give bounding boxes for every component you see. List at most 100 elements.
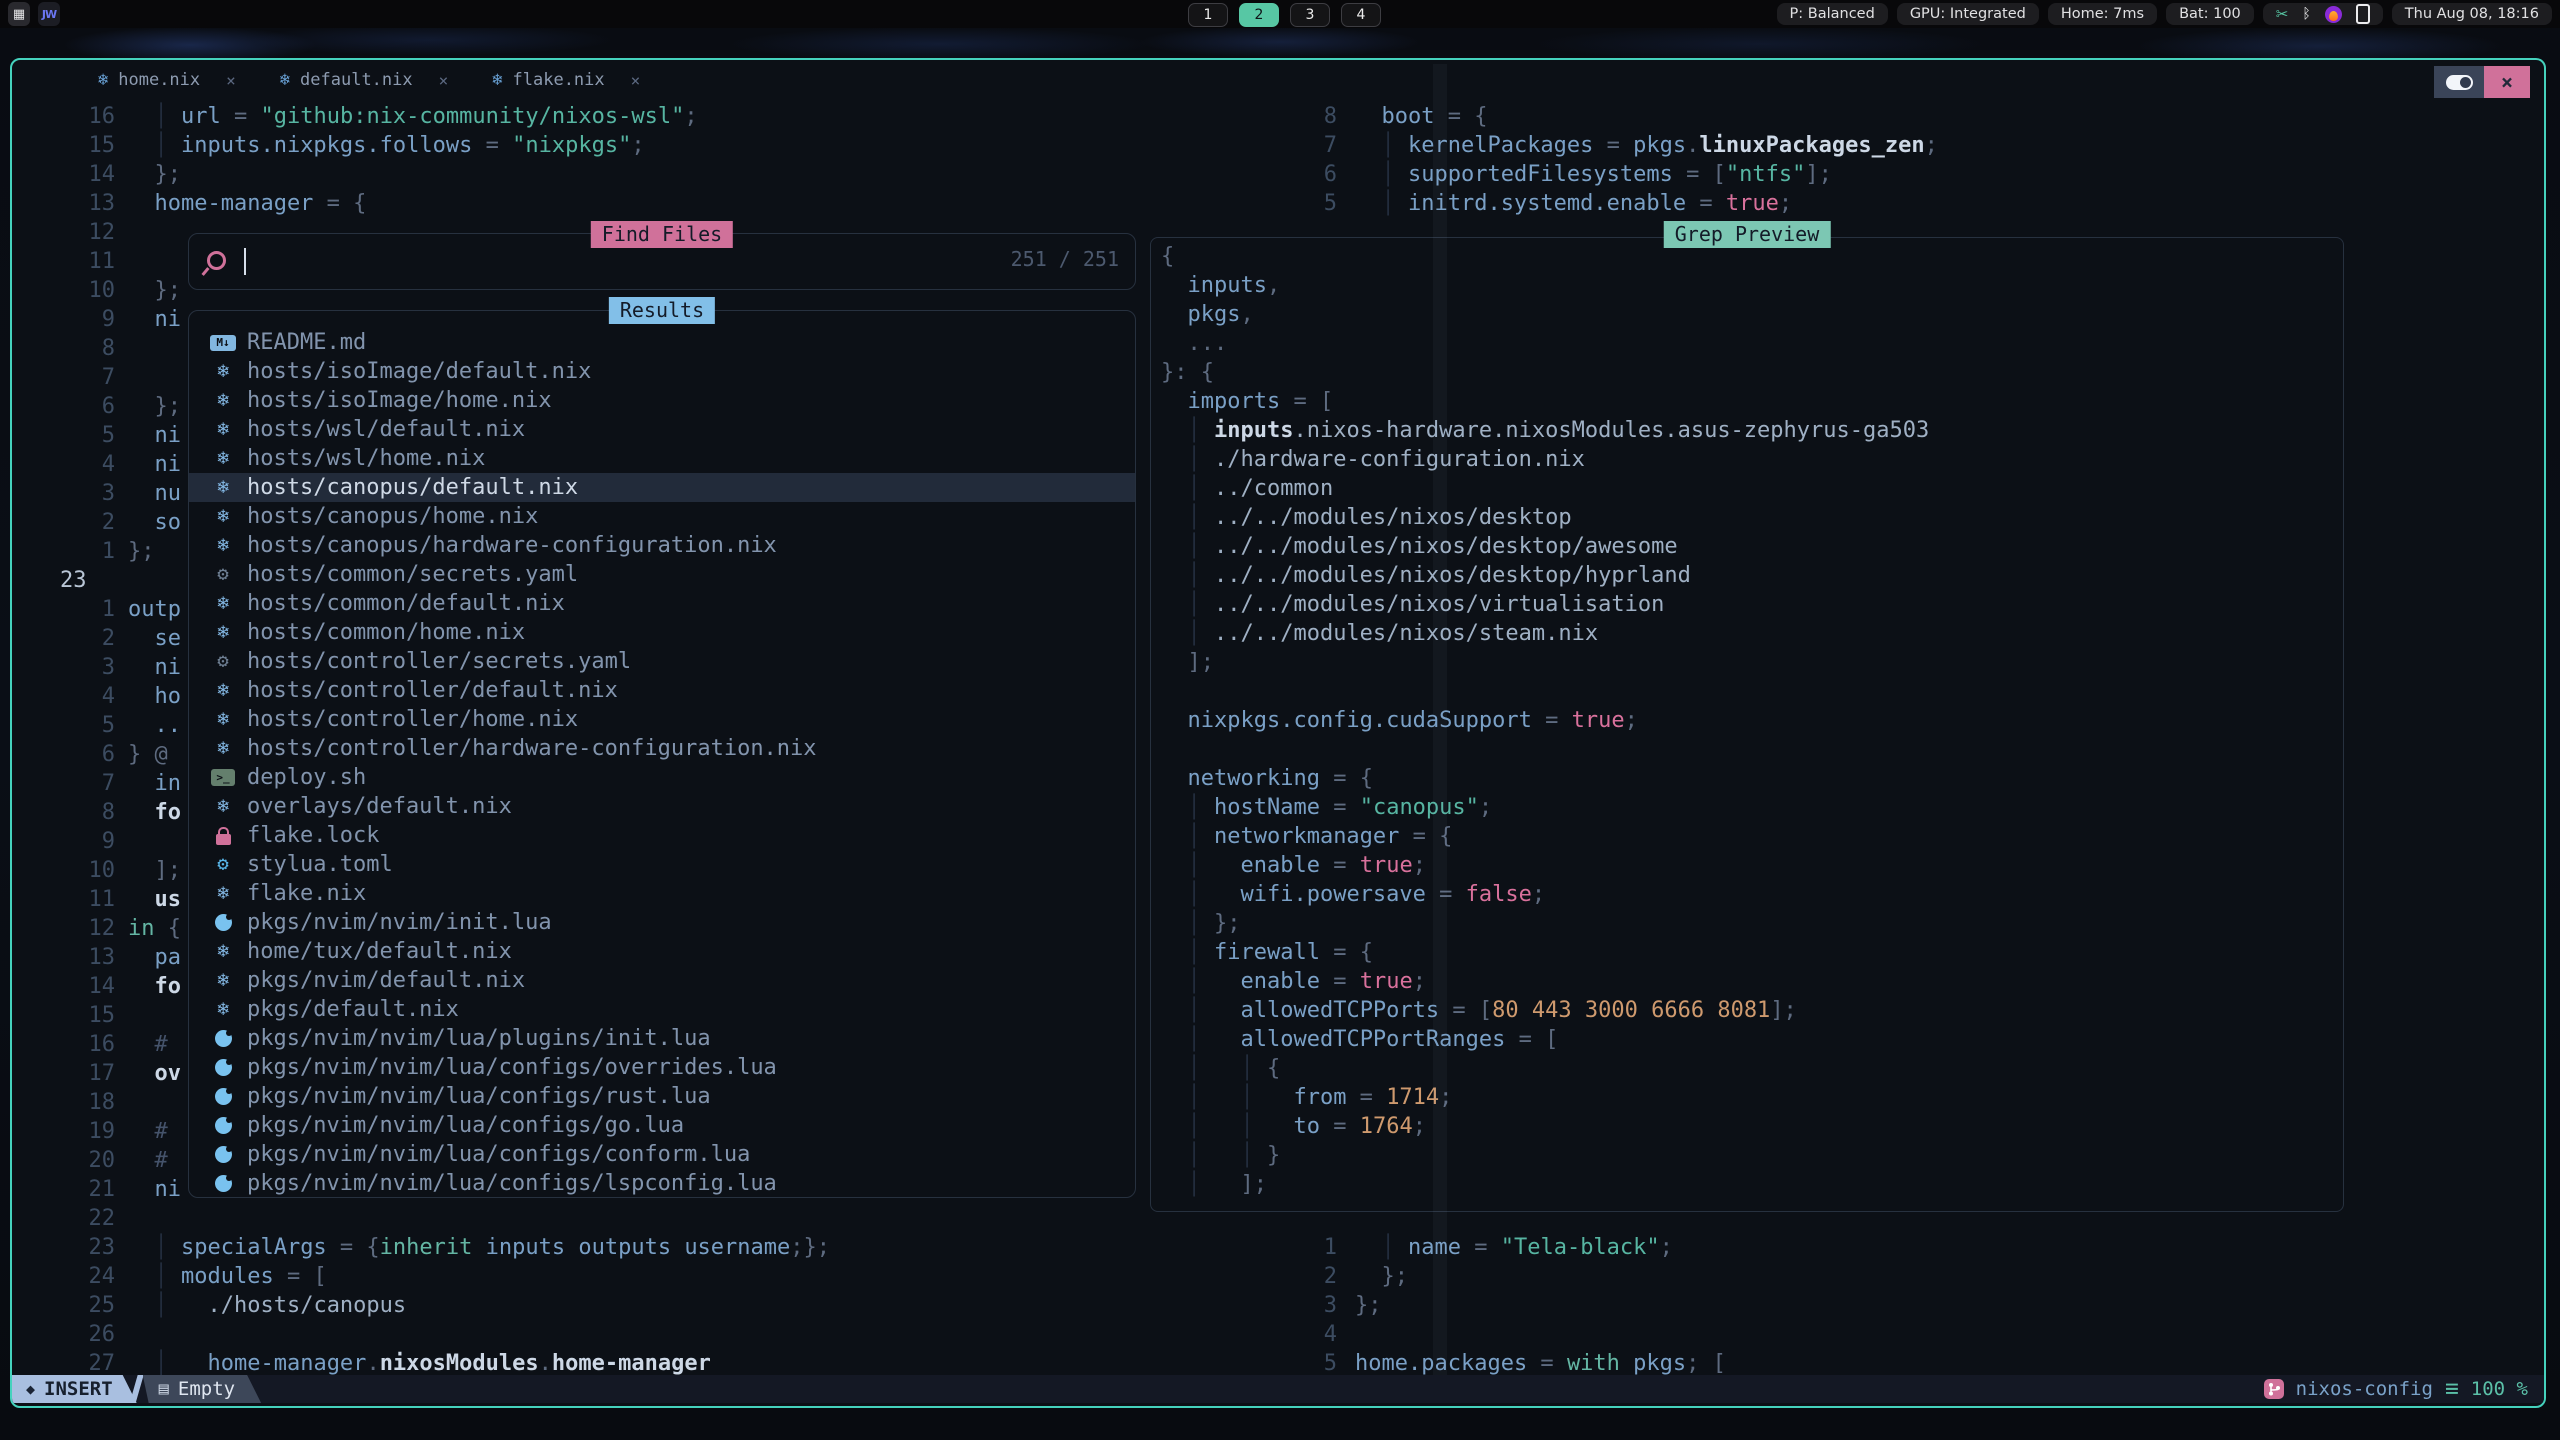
result-label: pkgs/nvim/default.nix bbox=[247, 968, 525, 993]
code-token: ; bbox=[1413, 1114, 1426, 1139]
code-token: nu bbox=[128, 481, 181, 506]
grep-line: │ wifi.powersave = false; bbox=[1161, 880, 2339, 909]
project-name: nixos-config bbox=[2296, 1378, 2433, 1400]
status-module-3: Bat: 100 bbox=[2166, 3, 2254, 25]
code-token: { bbox=[155, 916, 182, 941]
line-number: 5 bbox=[1297, 189, 1337, 218]
code-token: ]; bbox=[1770, 998, 1797, 1023]
pane-scrollbar[interactable] bbox=[1433, 64, 1447, 1376]
result-item[interactable]: ❄hosts/isoImage/home.nix bbox=[189, 386, 1135, 415]
apps-grid-icon[interactable]: ▦ bbox=[8, 2, 30, 26]
neovim-icon: ◆ bbox=[26, 1380, 35, 1398]
tab-home.nix[interactable]: ❄home.nix× bbox=[76, 60, 258, 100]
result-item[interactable]: ❄hosts/common/default.nix bbox=[189, 589, 1135, 618]
lua-icon bbox=[215, 1117, 232, 1134]
result-item[interactable]: flake.lock bbox=[189, 821, 1135, 850]
result-item[interactable]: ❄hosts/canopus/home.nix bbox=[189, 502, 1135, 531]
file-state-label: Empty bbox=[178, 1378, 235, 1400]
result-icon-wrap: ❄ bbox=[209, 478, 237, 497]
result-item[interactable]: ❄overlays/default.nix bbox=[189, 792, 1135, 821]
result-item[interactable]: pkgs/nvim/nvim/lua/configs/go.lua bbox=[189, 1111, 1135, 1140]
result-item[interactable]: ❄hosts/canopus/default.nix bbox=[189, 473, 1135, 502]
phone-icon[interactable] bbox=[2356, 4, 2370, 24]
line-number: 1 bbox=[1297, 1233, 1337, 1262]
result-item[interactable]: ❄flake.nix bbox=[189, 879, 1135, 908]
code-line: 27 │ home-manager.nixosModules.home-mana… bbox=[12, 1349, 1433, 1378]
result-icon-wrap: ❄ bbox=[209, 536, 237, 555]
workspace-button-1[interactable]: 1 bbox=[1188, 3, 1228, 27]
code-token: │ bbox=[1161, 1027, 1240, 1052]
tab-close-icon[interactable]: × bbox=[226, 71, 236, 90]
grep-line: │ hostName = "canopus"; bbox=[1161, 793, 2339, 822]
code-token: ; bbox=[1479, 795, 1492, 820]
result-item[interactable]: ❄hosts/canopus/hardware-configuration.ni… bbox=[189, 531, 1135, 560]
grep-line: │ ../../modules/nixos/steam.nix bbox=[1161, 619, 2339, 648]
grep-line: inputs, bbox=[1161, 271, 2339, 300]
code-token: │ bbox=[128, 1235, 181, 1260]
bluetooth-icon[interactable]: ᛒ bbox=[2302, 7, 2310, 21]
line-number: 10 bbox=[12, 276, 115, 305]
result-item[interactable]: ⚙hosts/common/secrets.yaml bbox=[189, 560, 1135, 589]
result-icon-wrap bbox=[209, 914, 237, 931]
logo-icon[interactable]: JW bbox=[38, 2, 60, 26]
result-item[interactable]: ❄hosts/controller/default.nix bbox=[189, 676, 1135, 705]
result-item[interactable]: ❄hosts/isoImage/default.nix bbox=[189, 357, 1135, 386]
tab-default.nix[interactable]: ❄default.nix× bbox=[258, 60, 470, 100]
code-token: ; bbox=[1625, 708, 1638, 733]
line-number: 4 bbox=[12, 450, 115, 479]
result-item[interactable]: ❄home/tux/default.nix bbox=[189, 937, 1135, 966]
code-token: to bbox=[1293, 1114, 1320, 1139]
code-token: modules bbox=[181, 1264, 274, 1289]
code-line: 13 home-manager = { bbox=[12, 189, 1433, 218]
result-item[interactable]: ❄hosts/controller/hardware-configuration… bbox=[189, 734, 1135, 763]
code-token: ]; bbox=[1161, 650, 1214, 675]
code-content: in bbox=[128, 769, 181, 798]
result-item[interactable]: M↓README.md bbox=[189, 328, 1135, 357]
result-item[interactable]: ❄hosts/wsl/home.nix bbox=[189, 444, 1135, 473]
code-line: 3}; bbox=[1297, 1291, 2537, 1320]
result-item[interactable]: ❄hosts/wsl/default.nix bbox=[189, 415, 1135, 444]
code-token: . bbox=[539, 1351, 552, 1376]
code-token: }; bbox=[128, 162, 181, 187]
workspace-button-2[interactable]: 2 bbox=[1239, 3, 1279, 27]
yaml-gear-icon: ⚙ bbox=[217, 652, 228, 671]
result-item[interactable]: pkgs/nvim/nvim/init.lua bbox=[189, 908, 1135, 937]
scissors-icon[interactable]: ✂ bbox=[2276, 7, 2289, 22]
result-item[interactable]: ❄hosts/common/home.nix bbox=[189, 618, 1135, 647]
tab-flake.nix[interactable]: ❄flake.nix× bbox=[470, 60, 662, 100]
tab-close-icon[interactable]: × bbox=[439, 71, 449, 90]
flame-icon[interactable] bbox=[2325, 6, 2342, 23]
tab-close-icon[interactable]: × bbox=[631, 71, 641, 90]
code-token: }; bbox=[1214, 911, 1241, 936]
result-item[interactable]: ❄hosts/controller/home.nix bbox=[189, 705, 1135, 734]
code-token: specialArgs bbox=[181, 1235, 327, 1260]
result-item[interactable]: pkgs/nvim/nvim/lua/configs/lspconfig.lua bbox=[189, 1169, 1135, 1198]
toggle-button[interactable] bbox=[2434, 66, 2484, 98]
nix-icon: ❄ bbox=[280, 70, 290, 90]
code-token: ]; bbox=[1805, 162, 1832, 187]
code-token: │ bbox=[1161, 882, 1240, 907]
result-item[interactable]: pkgs/nvim/nvim/lua/configs/rust.lua bbox=[189, 1082, 1135, 1111]
line-number: 1 bbox=[12, 537, 115, 566]
result-label: flake.nix bbox=[247, 881, 366, 906]
code-token: networking bbox=[1161, 766, 1320, 791]
result-item[interactable]: pkgs/nvim/nvim/lua/plugins/init.lua bbox=[189, 1024, 1135, 1053]
result-item[interactable]: ⚙stylua.toml bbox=[189, 850, 1135, 879]
window-close-button[interactable]: × bbox=[2484, 66, 2530, 98]
workspace-button-4[interactable]: 4 bbox=[1341, 3, 1381, 27]
grep-line: │ allowedTCPPortRanges = [ bbox=[1161, 1025, 2339, 1054]
result-item[interactable]: ⚙hosts/controller/secrets.yaml bbox=[189, 647, 1135, 676]
line-number: 3 bbox=[1297, 1291, 1337, 1320]
result-item[interactable]: ❄pkgs/nvim/default.nix bbox=[189, 966, 1135, 995]
result-item[interactable]: pkgs/nvim/nvim/lua/configs/overrides.lua bbox=[189, 1053, 1135, 1082]
result-item[interactable]: pkgs/nvim/nvim/lua/configs/conform.lua bbox=[189, 1140, 1135, 1169]
result-icon-wrap: ❄ bbox=[209, 710, 237, 729]
code-token: home-manager bbox=[552, 1351, 711, 1376]
grep-line: ... bbox=[1161, 329, 2339, 358]
result-item[interactable]: >_deploy.sh bbox=[189, 763, 1135, 792]
result-item[interactable]: ❄pkgs/default.nix bbox=[189, 995, 1135, 1024]
workspace-button-3[interactable]: 3 bbox=[1290, 3, 1330, 27]
code-token: │ bbox=[1161, 592, 1214, 617]
result-icon-wrap: ❄ bbox=[209, 420, 237, 439]
code-token: } bbox=[1267, 1143, 1280, 1168]
